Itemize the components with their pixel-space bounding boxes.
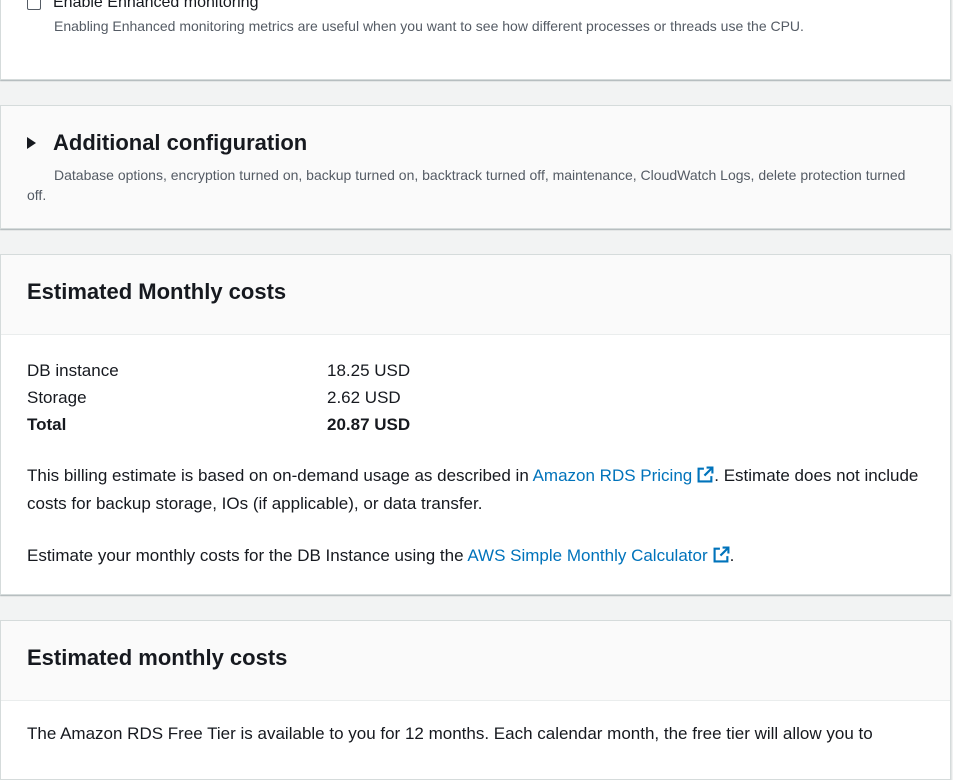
external-link-icon[interactable]: [713, 546, 730, 563]
estimated-costs-title: Estimated Monthly costs: [27, 279, 287, 304]
simple-monthly-calculator-link[interactable]: AWS Simple Monthly Calculator: [467, 546, 730, 565]
cost-row-total: Total 20.87 USD: [27, 411, 527, 438]
cost-value: 2.62 USD: [327, 388, 401, 407]
calculator-text: Estimate your monthly costs for the DB I…: [27, 542, 927, 570]
estimated-costs-panel: Estimated Monthly costs DB instance 18.2…: [0, 254, 951, 595]
free-tier-text: The Amazon RDS Free Tier is available to…: [27, 724, 873, 743]
calculator-link-label[interactable]: AWS Simple Monthly Calculator: [467, 546, 707, 565]
external-link-icon[interactable]: [697, 466, 714, 483]
rds-pricing-link[interactable]: Amazon RDS Pricing: [533, 466, 715, 485]
cost-value: 20.87 USD: [327, 415, 411, 434]
cost-table: DB instance 18.25 USD Storage 2.62 USD T…: [27, 357, 527, 438]
free-tier-costs-title: Estimated monthly costs: [27, 645, 288, 670]
calculator-text-post: .: [729, 546, 735, 565]
additional-configuration-title[interactable]: Additional configuration: [53, 130, 307, 156]
enhanced-monitoring-panel: Enable Enhanced monitoring Enabling Enha…: [0, 0, 951, 80]
enhanced-monitoring-option[interactable]: Enable Enhanced monitoring: [27, 0, 258, 13]
cost-row-db-instance: DB instance 18.25 USD: [27, 357, 527, 384]
cost-label: Storage: [27, 388, 87, 407]
additional-configuration-panel: Additional configuration Database option…: [0, 105, 951, 229]
enhanced-monitoring-label[interactable]: Enable Enhanced monitoring: [53, 0, 258, 13]
cost-row-storage: Storage 2.62 USD: [27, 384, 527, 411]
estimated-costs-header: Estimated Monthly costs: [1, 255, 950, 335]
free-tier-costs-header: Estimated monthly costs: [1, 621, 950, 701]
cost-label: DB instance: [27, 361, 119, 380]
cost-label: Total: [27, 415, 67, 434]
enhanced-monitoring-checkbox[interactable]: [27, 0, 41, 10]
additional-configuration-expander[interactable]: Additional configuration: [27, 130, 307, 156]
calculator-text-pre: Estimate your monthly costs for the DB I…: [27, 546, 468, 565]
enhanced-monitoring-helper: Enabling Enhanced monitoring metrics are…: [54, 18, 804, 34]
billing-text-pre: This billing estimate is based on on-dem…: [27, 466, 533, 485]
free-tier-costs-panel: Estimated monthly costs The Amazon RDS F…: [0, 620, 951, 780]
additional-configuration-description: Database options, encryption turned on, …: [27, 167, 906, 203]
caret-right-icon[interactable]: [27, 137, 36, 149]
cost-value: 18.25 USD: [327, 361, 411, 380]
billing-estimate-text: This billing estimate is based on on-dem…: [27, 462, 927, 518]
rds-pricing-link-label[interactable]: Amazon RDS Pricing: [533, 466, 693, 485]
